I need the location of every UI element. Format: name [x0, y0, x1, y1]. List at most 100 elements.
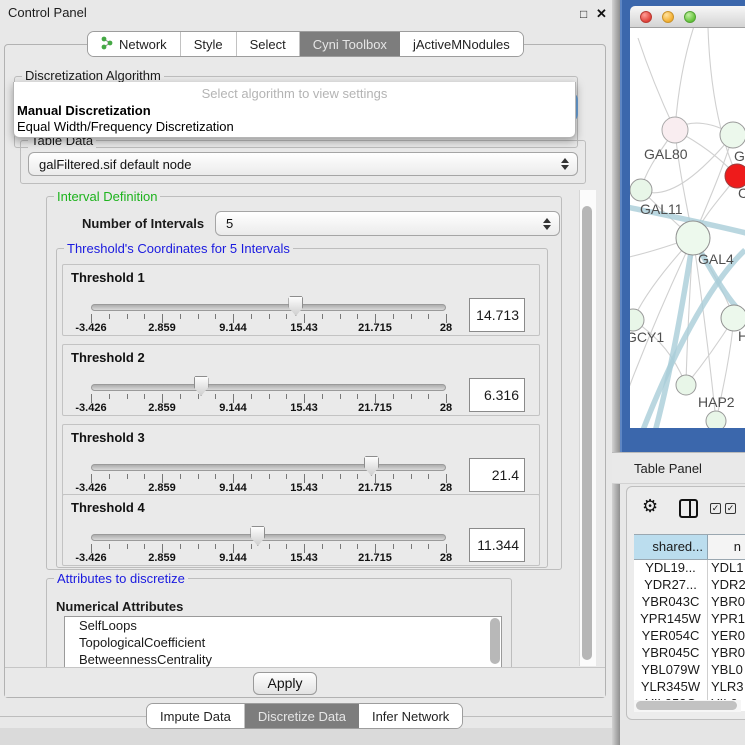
tick-mark [109, 314, 110, 319]
split-view-icon[interactable] [679, 499, 698, 518]
panel-divider[interactable] [612, 0, 620, 745]
spinner-icon [561, 158, 569, 170]
tick-mark [286, 474, 287, 479]
close-icon[interactable]: ✕ [596, 6, 607, 22]
tab-label: jActiveMNodules [413, 37, 510, 52]
gear-icon[interactable]: ⚙ [642, 496, 658, 517]
table-cell: YBL079W [634, 662, 708, 679]
tab-label: Cyni Toolbox [313, 37, 387, 52]
network-edge [641, 135, 733, 193]
tab-cyni-toolbox[interactable]: Cyni Toolbox [300, 32, 400, 56]
tick-mark [357, 314, 358, 319]
table-row[interactable]: YBL079WYBL0 [634, 662, 745, 679]
checkbox-icon[interactable]: ✓ [710, 503, 721, 514]
tick-mark [393, 394, 394, 399]
threshold-value-field[interactable]: 14.713 [469, 298, 525, 332]
network-node[interactable] [706, 411, 726, 428]
bottom-tab-bar: Impute DataDiscretize DataInfer Network [146, 703, 463, 729]
tick-mark [393, 544, 394, 549]
tick-mark [251, 394, 252, 399]
tick-label: 28 [440, 552, 452, 564]
tab-infer-network[interactable]: Infer Network [359, 704, 462, 728]
tick-mark [357, 544, 358, 549]
tick-label: 15.43 [290, 482, 318, 494]
table-row[interactable]: YPR145WYPR1 [634, 611, 745, 628]
checkbox-icon[interactable]: ✓ [725, 503, 736, 514]
table-cell: YBR0 [708, 594, 745, 611]
tick-mark [428, 314, 429, 319]
slider-tick-labels: -3.4262.8599.14415.4321.71528 [91, 322, 446, 334]
tab-label: Network [119, 37, 167, 52]
table-hscrollbar-thumb[interactable] [636, 701, 737, 710]
apply-bar: Apply [5, 667, 605, 697]
tab-style[interactable]: Style [181, 32, 237, 56]
table-row[interactable]: YLR345WYLR3 [634, 679, 745, 696]
network-node[interactable] [676, 221, 710, 255]
threshold-label: Threshold 1 [71, 270, 145, 285]
slider-track[interactable] [91, 534, 446, 541]
threshold-value-field[interactable]: 6.316 [469, 378, 525, 412]
tick-label: -3.426 [75, 322, 106, 334]
threshold-value-field[interactable]: 11.344 [469, 528, 525, 562]
slider-handle[interactable] [194, 376, 209, 396]
tick-mark [357, 394, 358, 399]
float-window-icon[interactable]: □ [580, 7, 587, 21]
table-row[interactable]: YDL19...YDL1 [634, 560, 745, 577]
tab-jactivemnodules[interactable]: jActiveMNodules [400, 32, 523, 56]
tab-impute-data[interactable]: Impute Data [147, 704, 245, 728]
close-traffic-light-icon[interactable] [640, 11, 652, 23]
column-header[interactable]: shared... [634, 535, 708, 559]
table-row[interactable]: YBR045CYBR0 [634, 645, 745, 662]
attributes-scrollbar-thumb[interactable] [490, 618, 500, 664]
network-node-label: GAL4 [698, 251, 734, 267]
tick-label: 21.715 [358, 402, 392, 414]
table-data-combo[interactable]: galFiltered.sif default node [28, 152, 578, 176]
slider-handle[interactable] [364, 456, 379, 476]
algorithm-placeholder: Select algorithm to view settings [14, 86, 575, 101]
tick-mark [109, 394, 110, 399]
network-graph[interactable]: GAL80GACGAL11GAL4GCY1HHAP2 [630, 28, 745, 428]
table-row[interactable]: YBR043CYBR0 [634, 594, 745, 611]
tick-mark [198, 544, 199, 549]
network-node[interactable] [676, 375, 696, 395]
tab-network[interactable]: Network [88, 32, 181, 56]
algorithm-option[interactable]: Manual Discretization [17, 103, 151, 118]
zoom-traffic-light-icon[interactable] [684, 11, 696, 23]
column-header[interactable]: n [708, 535, 745, 559]
network-node[interactable] [720, 122, 745, 148]
threshold-label: Threshold 2 [71, 350, 145, 365]
node-table[interactable]: shared...nYDL19...YDL1YDR27...YDR2YBR043… [634, 534, 745, 711]
network-window-titlebar[interactable] [630, 6, 745, 28]
tick-mark [269, 314, 270, 319]
num-intervals-combo[interactable]: 5 [215, 211, 560, 236]
settings-scrollbar-thumb[interactable] [582, 206, 592, 660]
tab-select[interactable]: Select [237, 32, 300, 56]
apply-button[interactable]: Apply [253, 672, 317, 695]
attributes-list-scrollbar[interactable] [64, 616, 502, 672]
table-row[interactable]: YDR27...YDR2 [634, 577, 745, 594]
slider-track[interactable] [91, 304, 446, 311]
threshold-box: Threshold 4-3.4262.8599.14415.4321.71528… [62, 494, 540, 566]
threshold-box: Threshold 2-3.4262.8599.14415.4321.71528… [62, 344, 540, 416]
slider-track[interactable] [91, 464, 446, 471]
tick-label: 15.43 [290, 552, 318, 564]
tick-mark [322, 544, 323, 549]
network-view[interactable]: GAL80GACGAL11GAL4GCY1HHAP2 [630, 28, 745, 428]
threshold-value-field[interactable]: 21.4 [469, 458, 525, 492]
tick-mark [251, 474, 252, 479]
slider-handle[interactable] [250, 526, 265, 546]
tick-mark [180, 474, 181, 479]
network-node[interactable] [630, 179, 652, 201]
slider-track[interactable] [91, 384, 446, 391]
slider-handle[interactable] [288, 296, 303, 316]
tick-mark [411, 474, 412, 479]
algorithm-option[interactable]: Equal Width/Frequency Discretization [17, 119, 234, 134]
tab-discretize-data[interactable]: Discretize Data [245, 704, 359, 728]
table-row[interactable]: YER054CYER0 [634, 628, 745, 645]
minimize-traffic-light-icon[interactable] [662, 11, 674, 23]
network-node[interactable] [630, 309, 644, 331]
threshold-label: Threshold 3 [71, 430, 145, 445]
threshold-box: Threshold 1 -3.4262.8599.14415.4321.71528… [62, 264, 540, 336]
tick-label: -3.426 [75, 552, 106, 564]
network-node[interactable] [662, 117, 688, 143]
